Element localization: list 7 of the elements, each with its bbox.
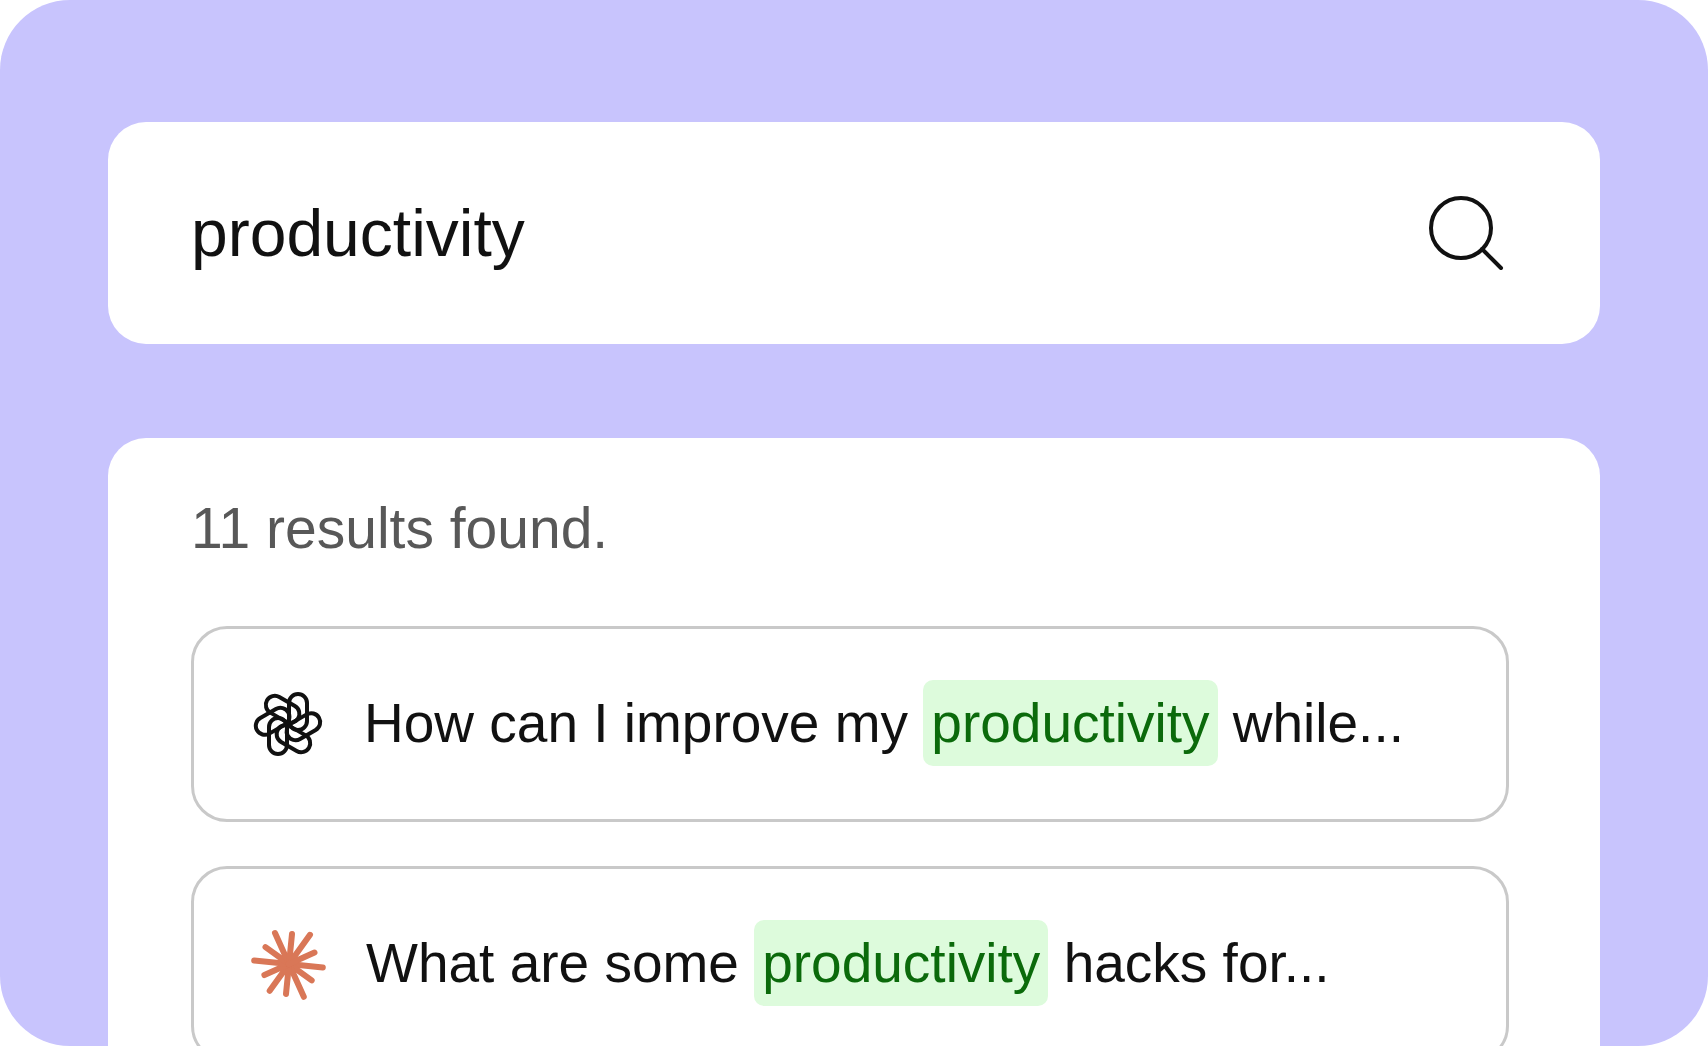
result-title: How can I improve my productivity while... bbox=[364, 682, 1404, 765]
result-title: What are some productivity hacks for... bbox=[366, 922, 1330, 1005]
search-icon[interactable] bbox=[1428, 195, 1504, 271]
search-result[interactable]: How can I improve my productivity while... bbox=[191, 625, 1509, 822]
results-count: 11 results found. bbox=[191, 495, 610, 562]
search-field[interactable]: productivity bbox=[108, 122, 1600, 344]
search-result[interactable]: What are some productivity hacks for... bbox=[191, 865, 1509, 1046]
